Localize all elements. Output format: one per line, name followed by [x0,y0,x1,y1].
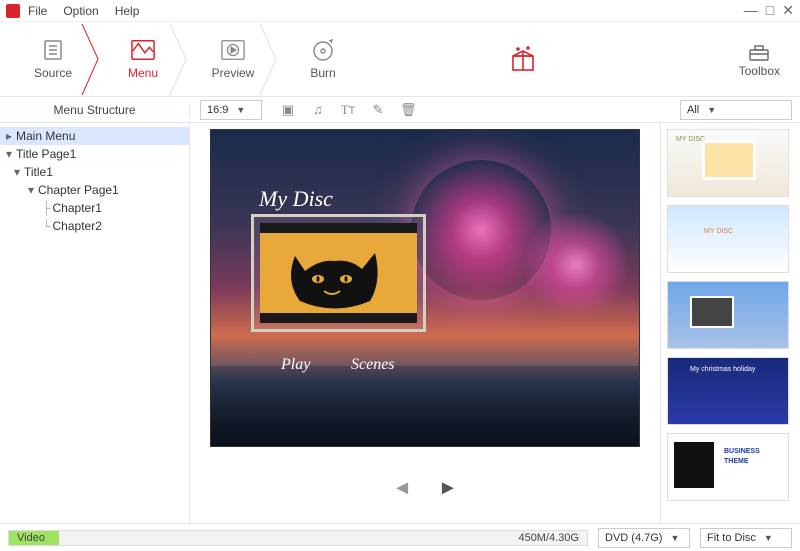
template-title: My christmas holiday [690,366,755,373]
status-bar: Video 450M/4.30G DVD (4.7G) ▼ Fit to Dis… [0,523,800,551]
tree-label: Main Menu [16,129,75,143]
edit-icons: ▣ ♫ TT ✎ 🗑 [280,102,416,118]
aspect-ratio-select[interactable]: 16:9 ▼ [200,100,262,120]
titlebar: File Option Help — □ ✕ [0,0,800,22]
minimize-button[interactable]: — [744,2,758,19]
next-page-button[interactable]: ► [438,477,458,500]
tree-main-menu[interactable]: ▸Main Menu [0,127,189,145]
window-controls: — □ ✕ [744,2,794,19]
step-chevron [168,22,190,97]
video-thumbnail-frame[interactable] [251,214,426,332]
step-chevron [258,22,280,97]
preview-pane: My Disc Play Scenes ◄ ► [190,123,660,523]
text-tool-icon[interactable]: TT [340,102,356,118]
chevron-down-icon: ▼ [670,533,679,543]
secondary-toolbar: Menu Structure 16:9 ▼ ▣ ♫ TT ✎ 🗑 All ▼ [0,97,800,123]
disc-title-text[interactable]: My Disc [259,186,333,212]
tree-title1[interactable]: ▾Title1 [0,163,189,181]
tree-label: Chapter Page1 [38,183,119,197]
template-thumb[interactable]: My christmas holiday [667,357,789,425]
chevron-down-icon: ▼ [707,105,716,115]
toolbox-label: Toolbox [739,64,780,78]
close-button[interactable]: ✕ [782,2,794,19]
disc-type-select[interactable]: DVD (4.7G) ▼ [598,528,690,548]
preview-icon [221,38,245,62]
step-source-label: Source [34,66,72,80]
delete-tool-icon[interactable]: 🗑 [400,102,416,118]
gift-icon[interactable] [509,45,537,73]
app-icon [6,4,20,18]
menu-option[interactable]: Option [63,4,98,18]
menu-file[interactable]: File [28,4,47,18]
tree-chapter-page[interactable]: ▾Chapter Page1 [0,181,189,199]
step-ribbon: Source Menu Preview Burn Toolbox [0,22,800,97]
chevron-down-icon: ▼ [236,105,245,115]
template-filter-value: All [687,104,699,116]
fit-select[interactable]: Fit to Disc ▼ [700,528,792,548]
fit-value: Fit to Disc [707,532,756,544]
step-preview-label: Preview [212,66,255,80]
menu-structure-tree: ▸Main Menu ▾Title Page1 ▾Title1 ▾Chapter… [0,123,190,523]
tree-label: Title1 [24,165,53,179]
tree-title-page[interactable]: ▾Title Page1 [0,145,189,163]
source-icon [41,38,65,62]
scenes-button-text[interactable]: Scenes [351,356,395,374]
menubar: File Option Help [28,4,139,18]
structure-heading: Menu Structure [0,103,190,117]
toolbox-button[interactable]: Toolbox [739,40,792,78]
usage-video-label: Video [9,532,45,544]
music-tool-icon[interactable]: ♫ [310,102,326,118]
cat-graphic [280,241,390,311]
template-thumb[interactable]: BUSINESS THEME [667,433,789,501]
disc-usage-bar: Video 450M/4.30G [8,530,588,546]
main-area: ▸Main Menu ▾Title Page1 ▾Title1 ▾Chapter… [0,123,800,523]
template-title: BUSINESS [724,448,760,455]
tree-label: Chapter2 [53,219,102,233]
menu-icon [131,38,155,62]
skyline-graphic [211,366,639,446]
video-thumbnail [260,223,417,323]
step-burn-label: Burn [310,66,335,80]
template-thumb[interactable]: MY DISC [667,205,789,273]
play-button-text[interactable]: Play [281,356,310,374]
template-thumb[interactable] [667,281,789,349]
burn-icon [311,38,335,62]
image-tool-icon[interactable]: ▣ [280,102,296,118]
edit-tool-icon[interactable]: ✎ [370,102,386,118]
tree-chapter1[interactable]: ├Chapter1 [0,199,189,217]
step-menu-label: Menu [128,66,158,80]
menu-help[interactable]: Help [115,4,140,18]
maximize-button[interactable]: □ [766,2,774,19]
usage-value: 450M/4.30G [518,532,579,544]
chevron-down-icon: ▼ [764,533,773,543]
prev-page-button[interactable]: ◄ [392,477,412,500]
tree-label: Title Page1 [16,147,76,161]
template-list[interactable]: MY DISC MY DISC My christmas holiday BUS… [660,123,800,523]
template-filter-select[interactable]: All ▼ [680,100,792,120]
aspect-ratio-value: 16:9 [207,104,228,116]
firework-graphic [521,210,631,320]
toolbox-icon [747,40,771,62]
page-nav: ◄ ► [392,477,458,500]
tree-chapter2[interactable]: └Chapter2 [0,217,189,235]
step-burn[interactable]: Burn [278,24,368,94]
tree-label: Chapter1 [53,201,102,215]
disc-type-value: DVD (4.7G) [605,532,662,544]
template-title: MY DISC [676,136,705,143]
template-thumb[interactable]: MY DISC [667,129,789,197]
menu-canvas[interactable]: My Disc Play Scenes [210,129,640,447]
template-title: THEME [724,458,749,465]
template-title: MY DISC [704,228,733,235]
